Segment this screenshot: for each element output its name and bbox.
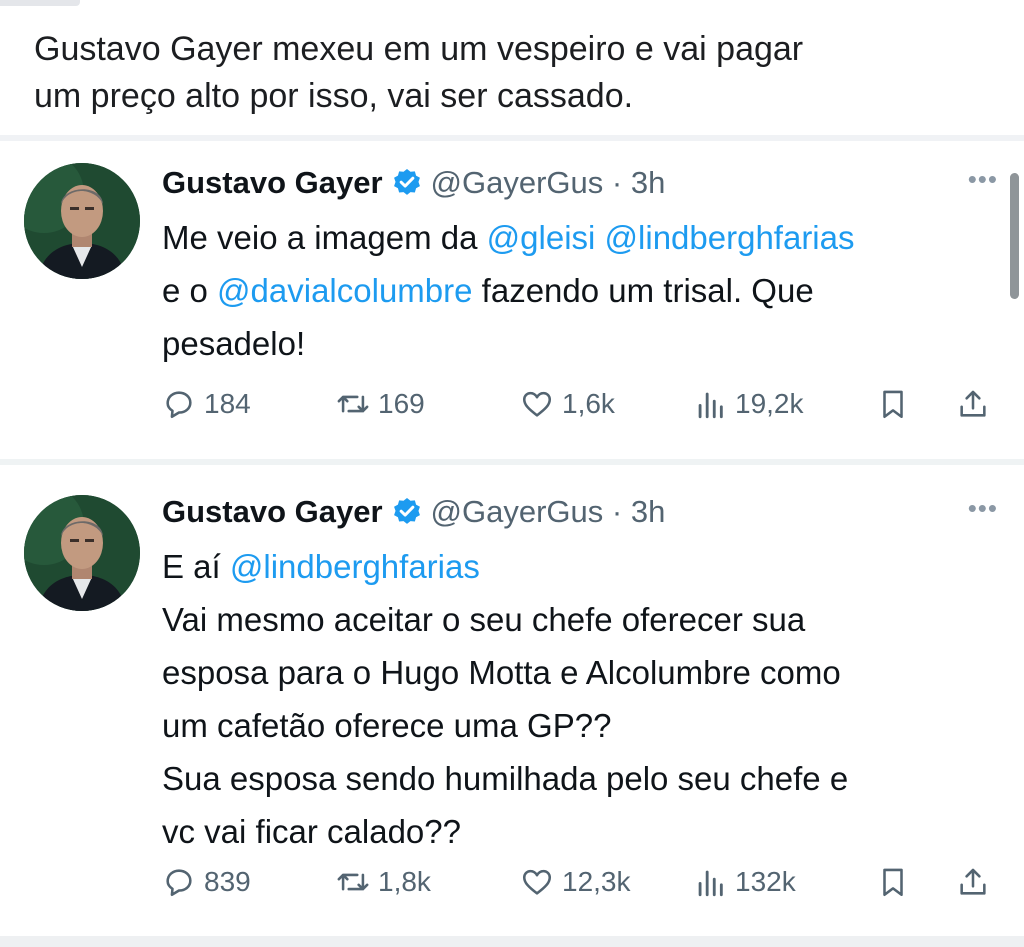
action-bar: 839 1,8k 12,3k 132k [0,857,1024,907]
avatar-portrait-image [24,495,140,611]
top-edge [0,0,80,6]
views-bar-chart-icon [698,870,723,897]
action-bar: 184 169 1,6k 19,2k [0,379,1024,429]
caption-line: Gustavo Gayer mexeu em um vespeiro e vai… [34,30,804,68]
tweet-text: Me veio a imagem da @gleisi @lindberghfa… [162,211,992,370]
like-count: 1,6k [562,388,615,419]
views-count: 19,2k [735,388,804,419]
views-button[interactable]: 19,2k [693,379,804,429]
text-line: Sua esposa sendo humilhada pelo seu chef… [162,760,849,797]
share-button[interactable] [956,857,990,907]
text-line: Me veio a imagem da @gleisi @lindberghfa… [162,211,992,264]
share-icon [960,868,986,895]
repost-icon [337,395,369,413]
text-line: Vai mesmo aceitar o seu chefe oferecer s… [162,601,806,638]
scrollbar-thumb[interactable] [1010,173,1019,299]
text-line: E aí @lindberghfarias [162,540,992,593]
text-line: e o @davialcolumbre fazendo um trisal. Q… [162,264,992,317]
text-segment: Me veio a imagem da [162,219,487,256]
repost-count: 1,8k [378,866,431,897]
tweet-header: Gustavo Gayer @GayerGus · 3h [162,161,665,205]
mention-link[interactable]: @davialcolumbre [217,272,472,309]
text-line: um cafetão oferece uma GP?? [162,707,612,744]
share-button[interactable] [956,379,990,429]
share-icon [960,390,986,417]
views-bar-chart-icon [698,392,723,419]
repost-button[interactable]: 1,8k [336,857,431,907]
caption-line: um preço alto por isso, vai ser cassado. [34,77,634,115]
views-button[interactable]: 132k [693,857,796,907]
views-count: 132k [735,866,796,897]
mention-link[interactable]: @lindberghfarias [230,548,480,585]
like-button[interactable]: 12,3k [520,857,631,907]
avatar[interactable] [24,163,140,279]
reply-icon [166,869,192,897]
bookmark-button[interactable] [876,379,910,429]
post-header: Gustavo Gayer mexeu em um vespeiro e vai… [0,0,1024,135]
bookmark-icon [883,868,903,897]
repost-button[interactable]: 169 [336,379,425,429]
verified-badge-icon [391,167,423,199]
text-line: pesadelo! [162,325,306,362]
avatar[interactable] [24,495,140,611]
tweet-card[interactable]: Gustavo Gayer @GayerGus · 3h ••• Me veio… [0,141,1024,459]
text-segment: e o [162,272,218,309]
author-name[interactable]: Gustavo Gayer [162,165,383,201]
repost-count: 169 [378,388,425,419]
heart-icon [522,391,552,417]
bookmark-button[interactable] [876,857,910,907]
avatar-portrait-image [24,163,140,279]
tweet-text: E aí @lindberghfarias Vai mesmo aceitar … [162,540,992,858]
bookmark-icon [883,390,903,419]
text-line: vc vai ficar calado?? [162,813,461,850]
reply-count: 184 [204,388,251,419]
reply-count: 839 [204,866,251,897]
more-horizontal-icon[interactable]: ••• [968,495,998,521]
repost-icon [337,873,369,891]
reply-button[interactable]: 184 [162,379,251,429]
mention-link[interactable]: @gleisi [487,219,596,256]
author-name[interactable]: Gustavo Gayer [162,494,383,530]
text-segment [595,219,604,256]
tweet-header: Gustavo Gayer @GayerGus · 3h [162,490,665,534]
verified-badge-icon [391,496,423,528]
like-button[interactable]: 1,6k [520,379,615,429]
post-caption: Gustavo Gayer mexeu em um vespeiro e vai… [34,26,994,120]
handle-and-time[interactable]: @GayerGus · 3h [431,494,666,530]
like-count: 12,3k [562,866,631,897]
text-line: esposa para o Hugo Motta e Alcolumbre co… [162,654,841,691]
reply-icon [166,391,192,419]
tweet-card[interactable]: Gustavo Gayer @GayerGus · 3h ••• E aí @l… [0,465,1024,936]
mention-link[interactable]: @lindberghfarias [605,219,855,256]
heart-icon [522,869,552,895]
divider [0,936,1024,947]
reply-button[interactable]: 839 [162,857,251,907]
handle-and-time[interactable]: @GayerGus · 3h [431,165,666,201]
text-segment: E aí [162,548,230,585]
text-segment: fazendo um trisal. Que [472,272,814,309]
more-horizontal-icon[interactable]: ••• [968,166,998,192]
